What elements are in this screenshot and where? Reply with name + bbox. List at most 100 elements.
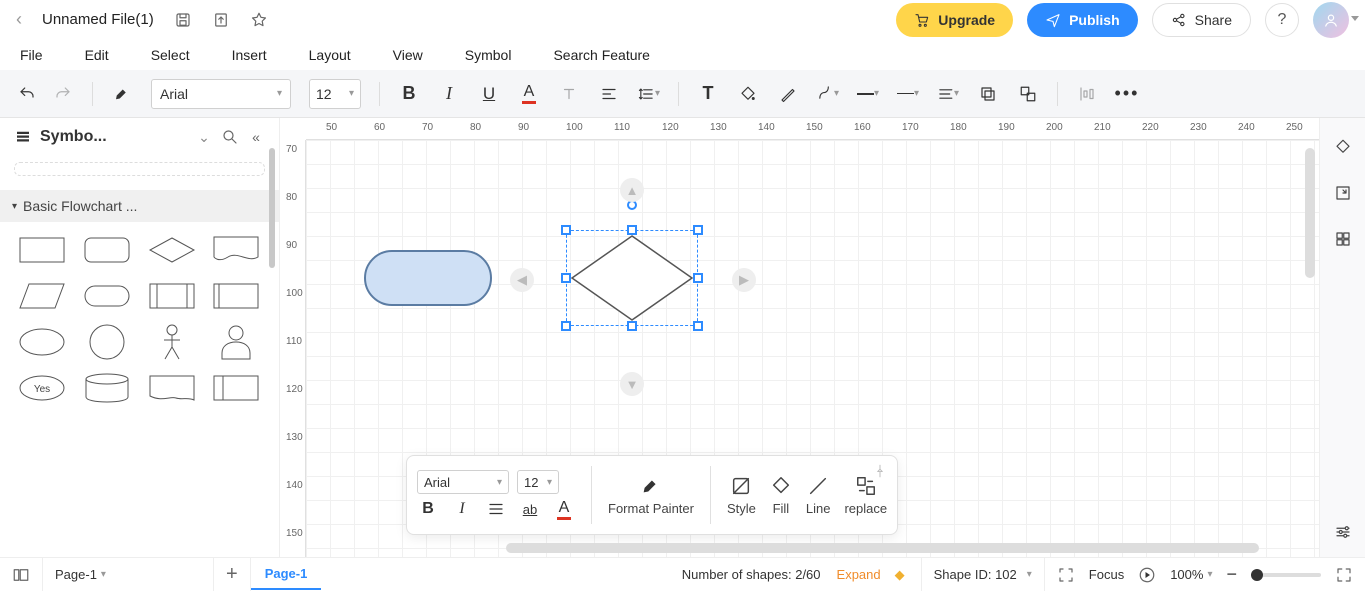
float-font-select[interactable]: Arial▾ <box>417 470 509 494</box>
zoom-slider[interactable] <box>1251 573 1321 577</box>
search-icon[interactable] <box>221 128 239 146</box>
resize-handle[interactable] <box>693 321 703 331</box>
star-icon[interactable] <box>250 11 268 29</box>
shape-yes[interactable]: Yes <box>14 370 70 406</box>
page-selector[interactable]: Page-1▾ <box>43 558 213 591</box>
more-button[interactable]: ••• <box>1116 83 1138 105</box>
shape-process[interactable] <box>14 232 70 268</box>
font-color-button[interactable]: A <box>518 83 540 105</box>
float-italic-button[interactable]: I <box>451 498 473 520</box>
pin-icon[interactable] <box>873 464 887 483</box>
shape-circle[interactable] <box>79 324 135 360</box>
direction-arrow-down[interactable]: ▼ <box>620 372 644 396</box>
file-name[interactable]: Unnamed File(1) <box>42 11 154 28</box>
shape-ellipse[interactable] <box>14 324 70 360</box>
menu-insert[interactable]: Insert <box>232 47 267 63</box>
shape-data[interactable] <box>14 278 70 314</box>
align-distribute-button[interactable] <box>1076 83 1098 105</box>
fill-button[interactable] <box>737 83 759 105</box>
export-icon[interactable] <box>212 11 230 29</box>
menu-search-feature[interactable]: Search Feature <box>553 47 650 63</box>
redo-button[interactable] <box>52 83 74 105</box>
pages-panel-icon[interactable] <box>12 566 30 584</box>
fullscreen-icon[interactable] <box>1335 566 1353 584</box>
text-button[interactable]: T <box>697 83 719 105</box>
focus-label[interactable]: Focus <box>1089 567 1124 582</box>
resize-handle[interactable] <box>561 225 571 235</box>
resize-handle[interactable] <box>561 273 571 283</box>
canvas-shape-terminator[interactable] <box>364 250 492 306</box>
font-select[interactable]: Arial▾ <box>151 79 291 109</box>
publish-button[interactable]: Publish <box>1027 3 1138 37</box>
float-size-select[interactable]: 12▾ <box>517 470 559 494</box>
expand-link[interactable]: Expand <box>837 567 881 582</box>
resize-handle[interactable] <box>627 321 637 331</box>
direction-arrow-up[interactable]: ▲ <box>620 178 644 202</box>
canvas-shape-decision-selected[interactable] <box>566 230 698 326</box>
add-page-button[interactable]: + <box>213 558 251 591</box>
connector-button[interactable]: ▾ <box>817 83 839 105</box>
canvas-scroll-v[interactable] <box>1305 148 1315 278</box>
canvas-scroll-h[interactable] <box>506 543 1259 553</box>
shape-actor[interactable] <box>144 324 200 360</box>
resize-handle[interactable] <box>693 273 703 283</box>
theme-icon[interactable] <box>1332 136 1354 158</box>
settings-panel-icon[interactable] <box>1332 521 1354 543</box>
shape-card[interactable] <box>144 370 200 406</box>
line-weight-button[interactable]: ▾ <box>897 83 919 105</box>
menu-layout[interactable]: Layout <box>309 47 351 63</box>
float-text-case-button[interactable]: ab <box>519 498 541 520</box>
float-line[interactable]: Line <box>806 462 831 528</box>
page-tab-active[interactable]: Page-1 <box>251 560 322 590</box>
direction-arrow-left[interactable]: ◀ <box>510 268 534 292</box>
float-format-painter[interactable]: Format Painter <box>608 462 694 528</box>
category-header[interactable]: ▾ Basic Flowchart ... <box>0 190 279 222</box>
shape-database[interactable] <box>79 370 135 406</box>
play-icon[interactable] <box>1138 566 1156 584</box>
arrow-style-button[interactable]: ▾ <box>937 83 959 105</box>
focus-icon[interactable] <box>1057 566 1075 584</box>
zoom-out-button[interactable]: − <box>1226 564 1237 585</box>
italic-button[interactable]: I <box>438 83 460 105</box>
resize-handle[interactable] <box>627 225 637 235</box>
shape-decision[interactable] <box>144 232 200 268</box>
avatar[interactable] <box>1313 2 1349 38</box>
shape-terminator[interactable] <box>79 278 135 314</box>
font-size-select[interactable]: 12▾ <box>309 79 361 109</box>
float-fill[interactable]: Fill <box>770 462 792 528</box>
menu-edit[interactable]: Edit <box>85 47 109 63</box>
expand-icon[interactable]: ⌄ <box>195 128 213 146</box>
export-panel-icon[interactable] <box>1332 182 1354 204</box>
line-spacing-button[interactable]: ▾ <box>638 83 660 105</box>
canvas[interactable]: ▲ ▼ ◀ ▶ Arial▾ 12▾ B I ab A <box>306 140 1319 557</box>
float-bold-button[interactable]: B <box>417 498 439 520</box>
group-button[interactable] <box>1017 83 1039 105</box>
save-icon[interactable] <box>174 11 192 29</box>
bold-button[interactable]: B <box>398 83 420 105</box>
shape-document[interactable] <box>208 232 264 268</box>
zoom-select[interactable]: 100%▾ <box>1170 567 1212 582</box>
undo-button[interactable] <box>16 83 38 105</box>
format-painter-button[interactable] <box>111 83 133 105</box>
shape-internal-storage[interactable] <box>208 370 264 406</box>
badge-icon[interactable]: ◆ <box>891 566 909 584</box>
text-clear-button[interactable] <box>558 83 580 105</box>
align-button[interactable] <box>598 83 620 105</box>
shape-stored-data[interactable] <box>208 278 264 314</box>
direction-arrow-right[interactable]: ▶ <box>732 268 756 292</box>
menu-view[interactable]: View <box>393 47 423 63</box>
line-style-button[interactable]: ▾ <box>857 83 879 105</box>
collapse-sidebar-icon[interactable]: « <box>247 128 265 146</box>
float-style[interactable]: Style <box>727 462 756 528</box>
float-font-color-button[interactable]: A <box>553 498 575 520</box>
menu-file[interactable]: File <box>20 47 43 63</box>
shape-user[interactable] <box>208 324 264 360</box>
front-back-button[interactable] <box>977 83 999 105</box>
menu-select[interactable]: Select <box>151 47 190 63</box>
shape-predefined[interactable] <box>144 278 200 314</box>
apps-icon[interactable] <box>1332 228 1354 250</box>
menu-symbol[interactable]: Symbol <box>465 47 512 63</box>
resize-handle[interactable] <box>561 321 571 331</box>
underline-button[interactable]: U <box>478 83 500 105</box>
shape-rounded-rect[interactable] <box>79 232 135 268</box>
